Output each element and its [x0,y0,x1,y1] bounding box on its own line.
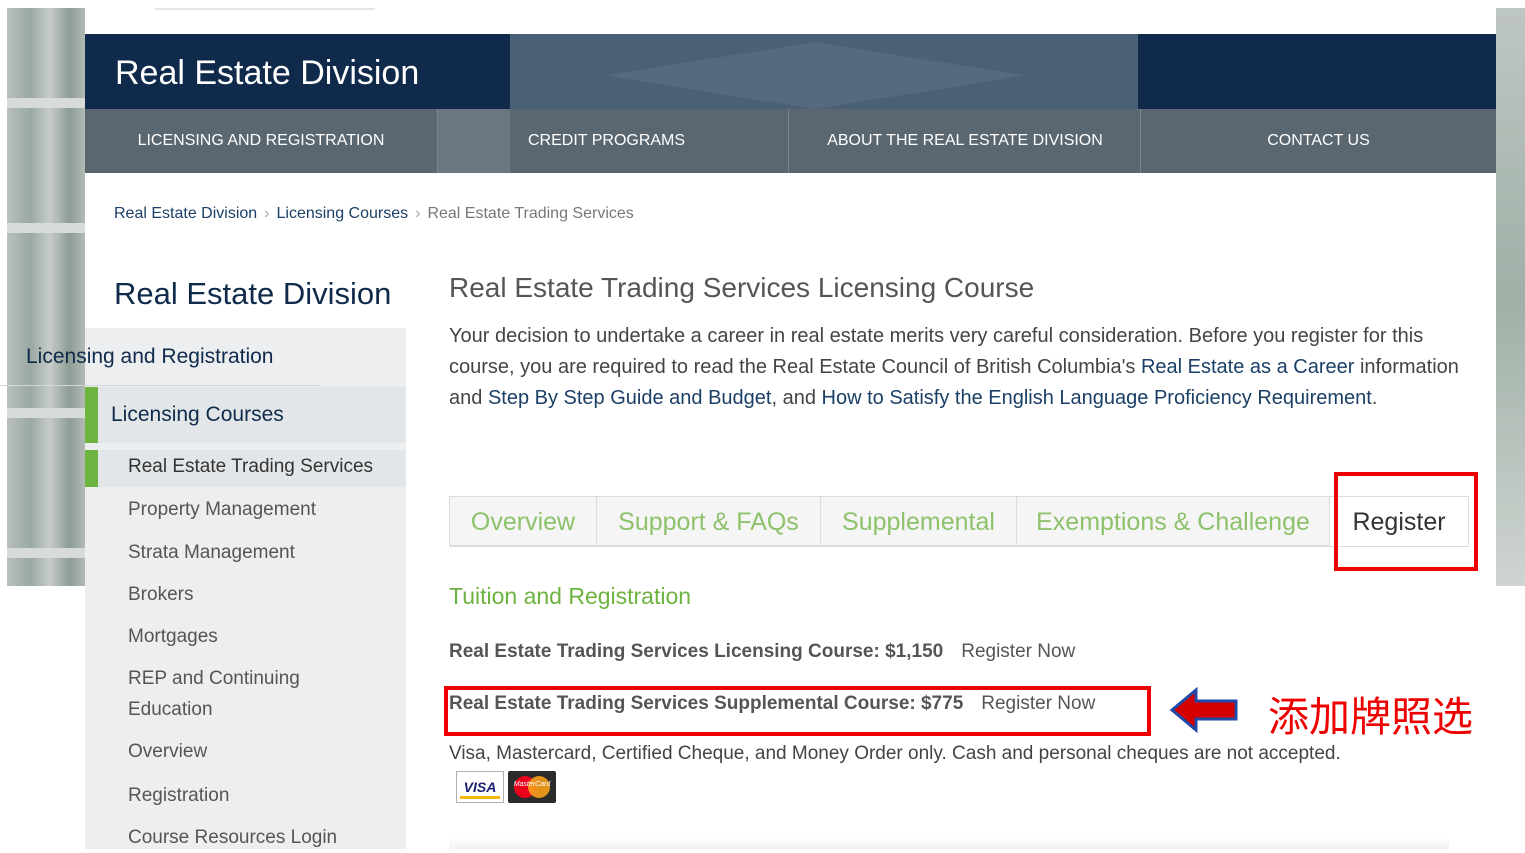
register-now-link-licensing[interactable]: Register Now [961,641,1075,662]
course-tabs: Overview Support & FAQs Supplemental Exe… [449,496,1469,547]
sidebar-item-licensing-courses[interactable]: Licensing Courses [85,387,406,443]
sidebar-item-education[interactable]: Education [128,694,406,725]
background-photo-left [7,8,85,586]
sidebar-item-brokers[interactable]: Brokers [128,579,406,610]
nav-credit-programs[interactable]: CREDIT PROGRAMS [510,109,789,173]
sidebar-item-registration[interactable]: Registration [128,780,406,811]
site-title[interactable]: Real Estate Division [115,54,419,93]
highlight-box-register-tab [1334,472,1478,571]
annotation-text: 添加牌照选 [1268,693,1473,741]
sidebar-item-licensing-and-registration[interactable]: Licensing and Registration [0,328,321,386]
link-english-language-proficiency[interactable]: How to Satisfy the English Language Prof… [822,387,1372,409]
sidebar-item-mortgages[interactable]: Mortgages [128,621,406,652]
nav-licensing-and-registration[interactable]: LICENSING AND REGISTRATION [85,109,438,173]
nav-about-the-real-estate-division[interactable]: ABOUT THE REAL ESTATE DIVISION [790,109,1141,173]
main-nav: LICENSING AND REGISTRATION CREDIT PROGRA… [85,109,1496,173]
nav-spacer [438,109,510,173]
chevron-right-icon: › [264,205,270,222]
intro-paragraph: Your decision to undertake a career in r… [449,321,1479,414]
highlight-box-supplemental [444,686,1151,736]
sidebar-item-overview[interactable]: Overview [128,736,406,767]
sidebar-item-course-resources-login[interactable]: Course Resources Login [128,822,406,853]
tab-exemptions-challenge[interactable]: Exemptions & Challenge [1016,496,1330,546]
bottom-content-fade [449,838,1449,849]
tab-supplemental[interactable]: Supplemental [820,496,1017,546]
link-step-by-step-guide[interactable]: Step By Step Guide and Budget [488,387,772,409]
mastercard-icon: MasterCard [508,771,556,803]
background-photo-right [1496,8,1525,586]
tab-overview[interactable]: Overview [449,496,597,546]
visa-card-icon: VISA [456,771,504,803]
top-strip [85,0,1496,34]
tab-support-faqs[interactable]: Support & FAQs [596,496,821,546]
payment-note: Visa, Mastercard, Certified Cheque, and … [449,743,1341,764]
sidebar-item-real-estate-trading-services[interactable]: Real Estate Trading Services [85,450,406,487]
chevron-right-icon: › [415,205,421,222]
nav-contact-us[interactable]: CONTACT US [1141,109,1496,173]
mastercard-label: MasterCard [513,781,551,788]
sidebar-item-property-management[interactable]: Property Management [128,494,406,525]
breadcrumb-real-estate-division[interactable]: Real Estate Division [114,205,257,222]
sidebar-item-strata-management[interactable]: Strata Management [128,537,406,568]
breadcrumb: Real Estate Division › Licensing Courses › R… [114,205,634,223]
sidebar-item-rep-and-continuing[interactable]: REP and Continuing [128,663,406,694]
breadcrumb-current: Real Estate Trading Services [427,205,634,222]
payment-cards: VISA MasterCard [456,771,556,803]
intro-text: . [1371,387,1378,409]
sidebar-title: Real Estate Division [114,276,392,311]
tuition-heading: Tuition and Registration [449,583,692,609]
link-real-estate-as-a-career[interactable]: Real Estate as a Career [1141,356,1354,378]
intro-text: , and [771,387,822,409]
page-title: Real Estate Trading Services Licensing C… [449,272,1035,303]
red-arrow-left-icon [1170,687,1238,733]
breadcrumb-licensing-courses[interactable]: Licensing Courses [277,205,409,222]
course-licensing-name: Real Estate Trading Services Licensing C… [449,641,944,662]
site-header: Real Estate Division [85,34,1496,109]
course-licensing: Real Estate Trading Services Licensing C… [449,641,1075,663]
